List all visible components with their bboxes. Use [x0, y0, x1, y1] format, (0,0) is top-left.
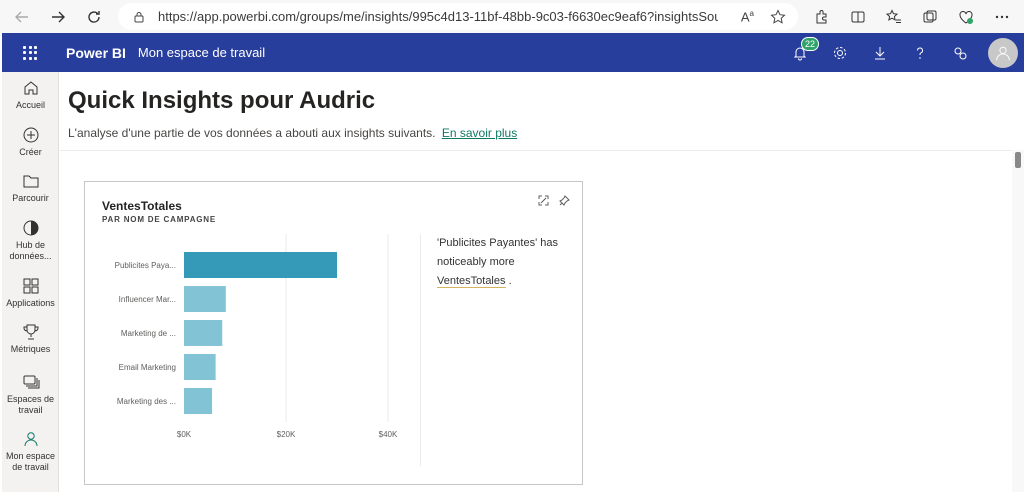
folder-icon [23, 175, 38, 188]
nav-item-home[interactable]: Accueil [2, 79, 59, 111]
nav-item-browse[interactable]: Parcourir [2, 172, 59, 204]
insight-measure: VentesTotales [437, 275, 506, 288]
download-button[interactable] [860, 33, 900, 72]
nav-label: Hub de données... [9, 240, 52, 261]
avatar[interactable] [988, 37, 1018, 68]
nav-item-my-workspace[interactable]: Mon espace de travail [2, 430, 59, 473]
browser-essentials-icon[interactable] [958, 9, 974, 25]
nav-label: Métriques [10, 344, 51, 354]
page-subtitle: L'analyse d'une partie de vos données a … [68, 126, 517, 140]
nav-item-metrics[interactable]: Métriques [2, 323, 59, 355]
extensions-icon[interactable] [814, 9, 830, 25]
nav-item-data-hub[interactable]: Hub de données... [2, 219, 59, 262]
learn-more-link[interactable]: En savoir plus [442, 126, 517, 140]
data-hub-icon [23, 220, 38, 236]
x-tick-label: $40K [379, 430, 398, 439]
browser-toolbar: https://app.powerbi.com/groups/me/insigh… [0, 0, 1024, 33]
nav-label: Applications [6, 298, 55, 308]
category-label: Publicites Paya... [115, 261, 176, 270]
trophy-icon [23, 324, 38, 340]
bar[interactable] [184, 320, 223, 346]
user-icon [24, 432, 37, 447]
bar[interactable] [184, 252, 337, 278]
question-icon [917, 47, 923, 59]
workspaces-icon [23, 375, 39, 389]
refresh-button[interactable] [80, 3, 108, 31]
home-icon [24, 81, 37, 95]
collections-icon[interactable] [922, 9, 938, 25]
category-label: Email Marketing [119, 363, 176, 372]
forward-button[interactable] [44, 3, 72, 31]
nav-label: Accueil [15, 100, 45, 110]
main-content: Quick Insights pour Audric L'analyse d'u… [60, 72, 1024, 492]
nav-item-apps[interactable]: Applications [2, 277, 59, 309]
bar[interactable] [184, 354, 216, 380]
header-divider [60, 150, 1024, 151]
category-label: Influencer Mar... [119, 295, 176, 304]
read-aloud-icon[interactable]: Aa [741, 9, 754, 24]
app-name[interactable]: Power BI [66, 45, 126, 61]
insight-description: 'Publicites Payantes' has noticeably mor… [437, 234, 572, 291]
lock-icon [134, 11, 144, 22]
favorite-star-icon[interactable] [770, 8, 786, 25]
split-screen-icon[interactable] [850, 9, 866, 25]
nav-label: Créer [19, 147, 42, 157]
bar[interactable] [184, 286, 226, 312]
subtitle-text: L'analyse d'une partie de vos données a … [68, 126, 436, 140]
arrow-right-icon [52, 11, 65, 22]
workspace-breadcrumb[interactable]: Mon espace de travail [138, 45, 265, 60]
nav-label: Espaces de travail [6, 394, 55, 415]
nav-item-create[interactable]: Créer [2, 126, 59, 158]
waffle-icon [23, 45, 37, 60]
back-button[interactable] [8, 3, 36, 31]
insight-suffix: . [508, 275, 512, 287]
more-options-icon[interactable] [994, 9, 1010, 25]
page-title: Quick Insights pour Audric [68, 87, 376, 114]
bar[interactable] [184, 388, 213, 414]
arrow-left-icon [15, 11, 28, 22]
app-launcher-button[interactable] [2, 33, 58, 72]
share-feedback-icon [954, 47, 967, 59]
url-text: https://app.powerbi.com/groups/me/insigh… [158, 9, 718, 24]
feedback-button[interactable] [940, 33, 980, 72]
apps-icon [23, 278, 38, 294]
favorites-icon[interactable] [886, 8, 902, 25]
scrollbar-thumb[interactable] [1015, 152, 1021, 168]
chart-text-separator [420, 234, 421, 466]
plus-circle-icon [23, 127, 38, 143]
settings-button[interactable] [820, 33, 860, 72]
nav-label: Mon espace de travail [5, 451, 56, 472]
x-tick-label: $20K [277, 430, 296, 439]
refresh-icon [88, 10, 100, 23]
help-button[interactable] [900, 33, 940, 72]
pin-icon[interactable] [559, 195, 570, 206]
left-navigation: Accueil Créer Parcourir Hub de données..… [2, 72, 59, 492]
category-label: Marketing des ... [117, 397, 176, 406]
nav-label: Parcourir [12, 193, 49, 203]
bar-chart: $0K $20K $40K Publicites Paya... Influencer … [115, 234, 398, 439]
gear-icon [834, 46, 846, 59]
download-icon [875, 46, 885, 59]
notifications-button[interactable]: 22 [780, 33, 820, 72]
powerbi-header: Power BI Mon espace de travail 22 [2, 33, 1024, 72]
x-tick-label: $0K [177, 430, 192, 439]
insight-card[interactable]: VentesTotales PAR NOM DE CAMPAGNE $0K $20… [84, 181, 583, 485]
insight-prefix: 'Publicites Payantes' has noticeably mor… [437, 237, 558, 268]
nav-item-workspaces[interactable]: Espaces de travail [2, 373, 59, 416]
address-bar[interactable]: https://app.powerbi.com/groups/me/insigh… [118, 3, 798, 30]
user-avatar-icon [996, 46, 1010, 60]
vertical-scrollbar[interactable] [1012, 150, 1024, 492]
notification-badge: 22 [801, 37, 820, 51]
category-label: Marketing de ... [121, 329, 176, 338]
focus-mode-icon[interactable] [538, 195, 549, 206]
